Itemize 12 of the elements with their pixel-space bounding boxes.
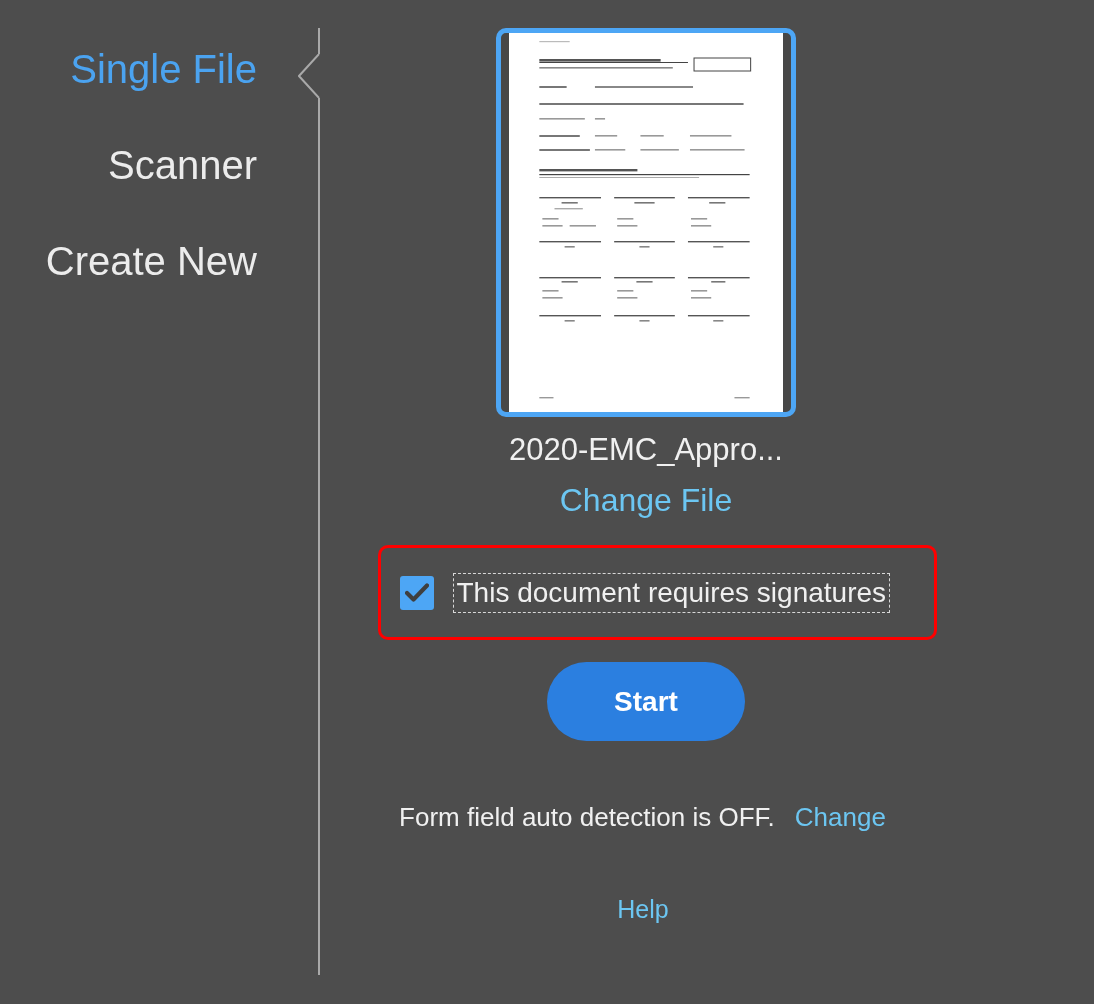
help-link[interactable]: Help bbox=[617, 894, 669, 924]
sidebar-item[interactable]: Single File bbox=[70, 45, 257, 93]
sidebar-item[interactable]: Scanner bbox=[108, 141, 257, 189]
checkbox-label[interactable]: This document requires signatures bbox=[452, 572, 891, 613]
auto-detection-status: Form field auto detection is OFF. bbox=[399, 802, 775, 832]
start-button[interactable]: Start bbox=[547, 662, 745, 741]
change-link[interactable]: Change bbox=[794, 802, 886, 832]
checkmark-icon bbox=[404, 583, 429, 602]
change-file-link[interactable]: Change File bbox=[559, 481, 733, 519]
sidebar-item[interactable]: Create New bbox=[45, 237, 257, 285]
signature-checkbox[interactable] bbox=[399, 575, 434, 610]
file-name: 2020-EMC_Appro... bbox=[509, 432, 783, 468]
